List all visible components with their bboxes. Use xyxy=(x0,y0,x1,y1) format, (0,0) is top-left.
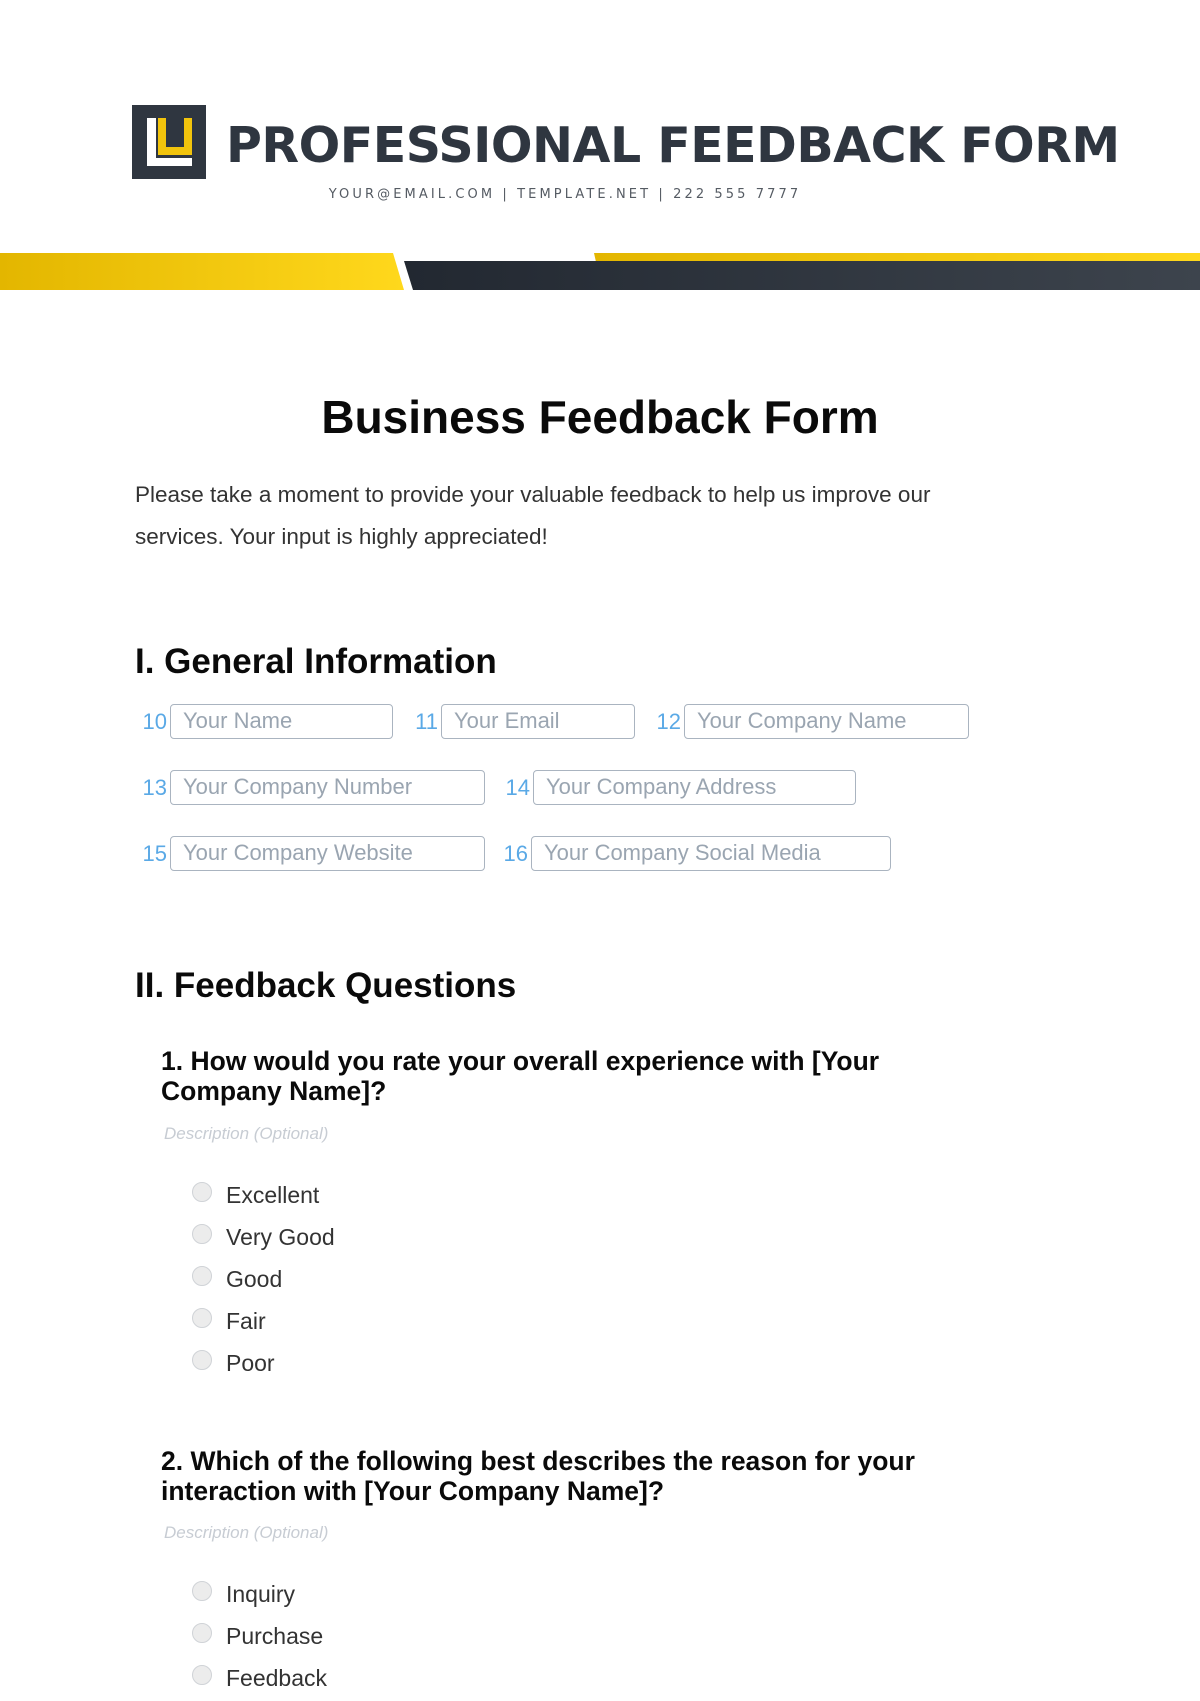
option-feedback[interactable]: Feedback xyxy=(192,1663,327,1693)
your-email-input[interactable]: Your Email xyxy=(441,704,635,739)
option-label: Poor xyxy=(226,1350,275,1376)
company-address-input[interactable]: Your Company Address xyxy=(533,770,856,805)
intro-line-2: services. Your input is highly appreciat… xyxy=(135,524,548,549)
intro-line-1: Please take a moment to provide your val… xyxy=(135,482,931,507)
field-company-social-media[interactable]: 16 Your Company Social Media xyxy=(499,836,891,871)
question-1-line-2: Company Name]? xyxy=(161,1076,387,1106)
field-number: 14 xyxy=(505,775,530,800)
option-purchase[interactable]: Purchase xyxy=(192,1621,323,1651)
field-number: 15 xyxy=(142,841,167,866)
question-1: 1. How would you rate your overall exper… xyxy=(161,1046,1021,1106)
field-number: 16 xyxy=(503,841,528,866)
option-fair[interactable]: Fair xyxy=(192,1306,266,1336)
intro-text: Please take a moment to provide your val… xyxy=(135,474,1065,558)
field-number: 10 xyxy=(142,709,167,734)
option-label: Purchase xyxy=(226,1623,324,1649)
banner-yellow-left xyxy=(0,253,404,290)
banner-dark-right xyxy=(404,261,1200,290)
field-number: 13 xyxy=(142,775,167,800)
option-label: Excellent xyxy=(226,1182,320,1208)
field-company-name[interactable]: 12 Your Company Name xyxy=(652,704,969,739)
question-2-line-2: interaction with [Your Company Name]? xyxy=(161,1476,665,1506)
your-name-input[interactable]: Your Name xyxy=(170,704,393,739)
radio-button[interactable] xyxy=(192,1581,212,1601)
field-your-name[interactable]: 10 Your Name xyxy=(138,704,393,739)
option-label: Good xyxy=(226,1266,283,1292)
option-good[interactable]: Good xyxy=(192,1264,282,1294)
option-label: Fair xyxy=(226,1308,266,1334)
option-label: Very Good xyxy=(226,1224,335,1250)
radio-button[interactable] xyxy=(192,1224,212,1244)
section-heading-feedback-questions: II. Feedback Questions xyxy=(135,966,517,1005)
brand-title: PROFESSIONAL FEEDBACK FORM xyxy=(226,117,1120,174)
logo-l-horizontal xyxy=(147,158,192,166)
logo-u-cutout xyxy=(166,118,184,147)
banner-yellow-top-right xyxy=(594,253,1200,262)
logo-icon xyxy=(132,105,206,179)
radio-button[interactable] xyxy=(192,1623,212,1643)
company-number-input[interactable]: Your Company Number xyxy=(170,770,485,805)
option-label: Feedback xyxy=(226,1665,328,1691)
option-poor[interactable]: Poor xyxy=(192,1348,275,1378)
field-company-address[interactable]: 14 Your Company Address xyxy=(501,770,856,805)
company-social-media-input[interactable]: Your Company Social Media xyxy=(531,836,891,871)
radio-button[interactable] xyxy=(192,1350,212,1370)
radio-button[interactable] xyxy=(192,1308,212,1328)
field-number: 11 xyxy=(415,709,438,734)
field-your-email[interactable]: 11 Your Email xyxy=(409,704,635,739)
option-excellent[interactable]: Excellent xyxy=(192,1180,319,1210)
field-company-number[interactable]: 13 Your Company Number xyxy=(138,770,485,805)
question-2: 2. Which of the following best describes… xyxy=(161,1446,1021,1506)
company-name-input[interactable]: Your Company Name xyxy=(684,704,969,739)
header-banner xyxy=(0,253,1200,290)
question-2-line-1: 2. Which of the following best describes… xyxy=(161,1446,915,1476)
option-very-good[interactable]: Very Good xyxy=(192,1222,335,1252)
option-label: Inquiry xyxy=(226,1581,296,1607)
page-title: Business Feedback Form xyxy=(321,391,879,443)
field-company-website[interactable]: 15 Your Company Website xyxy=(138,836,485,871)
question-2-description[interactable]: Description (Optional) xyxy=(164,1522,328,1544)
radio-button[interactable] xyxy=(192,1182,212,1202)
question-1-line-1: 1. How would you rate your overall exper… xyxy=(161,1046,880,1076)
radio-button[interactable] xyxy=(192,1266,212,1286)
contact-line: YOUR@EMAIL.COM | TEMPLATE.NET | 222 555 … xyxy=(328,187,802,202)
question-1-description[interactable]: Description (Optional) xyxy=(164,1123,328,1145)
field-number: 12 xyxy=(656,709,681,734)
section-heading-general-information: I. General Information xyxy=(135,642,497,681)
company-website-input[interactable]: Your Company Website xyxy=(170,836,485,871)
radio-button[interactable] xyxy=(192,1665,212,1685)
option-inquiry[interactable]: Inquiry xyxy=(192,1579,295,1609)
